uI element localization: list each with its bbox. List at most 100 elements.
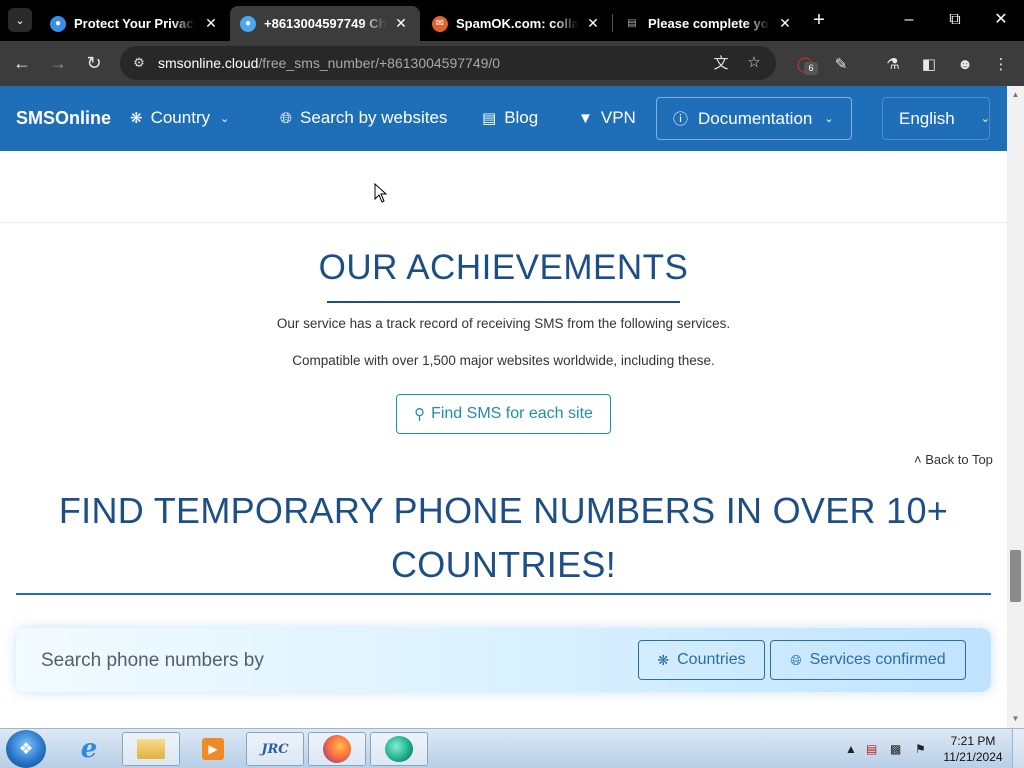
- achievements-text-1: Our service has a track record of receiv…: [276, 316, 731, 331]
- find-numbers-title-line-2: COUNTRIES!: [390, 544, 616, 585]
- internet-explorer-taskbar-icon[interactable]: e: [60, 732, 118, 766]
- mouse-cursor-icon: [374, 183, 388, 203]
- tab-title: +8613004597749 Chi: [264, 16, 386, 31]
- file-explorer-taskbar-icon[interactable]: [122, 732, 180, 766]
- vpn-client-taskbar-icon[interactable]: [370, 732, 428, 766]
- vpn-shield-icon: ▼: [578, 109, 593, 127]
- nav-search-websites[interactable]: 🌐︎ Search by websites: [280, 108, 447, 128]
- tab-search-button[interactable]: ⌄: [8, 8, 32, 32]
- extensions-puzzle-icon[interactable]: ✎: [830, 54, 852, 76]
- find-numbers-underline: [16, 593, 991, 595]
- bookmark-star-icon[interactable]: ☆: [743, 52, 765, 74]
- windows-taskbar: ❖ e ▶ JRC ▲ ▤ ▩ ⚑ 7:21 PM 11/21/2024: [0, 728, 1024, 768]
- search-by-label: Search phone numbers by: [41, 650, 264, 671]
- document-favicon-icon: ▤: [627, 18, 637, 29]
- find-sms-button[interactable]: ⚲ Find SMS for each site: [396, 394, 611, 434]
- nav-documentation-label: Documentation: [698, 108, 813, 128]
- network-status-icon[interactable]: ▤: [866, 729, 877, 768]
- achievements-title: OUR ACHIEVEMENTS: [318, 248, 689, 287]
- firefox-taskbar-icon[interactable]: [308, 732, 366, 766]
- show-desktop-button[interactable]: [1012, 729, 1024, 768]
- jrc-taskbar-icon[interactable]: JRC: [246, 732, 304, 766]
- compass-icon: ❋: [657, 651, 670, 668]
- sms-favicon-icon: ●: [240, 15, 256, 32]
- close-icon[interactable]: ✕: [202, 15, 220, 32]
- windows-start-button[interactable]: ❖: [6, 730, 46, 768]
- address-bar[interactable]: ⚙ smsonline.cloud/free_sms_number/+86130…: [120, 46, 776, 80]
- browser-tab-strip: ⌄ ● Protect Your Privacy: F ✕ ● +8613004…: [0, 0, 1024, 41]
- search-by-panel: Search phone numbers by ❋ Countries 🌐︎ S…: [16, 628, 991, 692]
- media-player-taskbar-icon[interactable]: ▶: [184, 732, 242, 766]
- scroll-up-arrow-icon[interactable]: ▲: [1007, 88, 1024, 102]
- nav-country-dropdown[interactable]: ❋ Country ⌄: [130, 108, 229, 128]
- tab-phone-number[interactable]: ● +8613004597749 Chi ✕: [230, 6, 420, 41]
- extension-badge: 6: [804, 62, 818, 75]
- show-hidden-icons-button[interactable]: ▲: [845, 729, 857, 768]
- scrollbar-thumb[interactable]: [1010, 550, 1021, 602]
- section-divider: [0, 222, 1007, 223]
- action-center-flag-icon[interactable]: ⚑: [915, 729, 926, 768]
- restore-button[interactable]: ⧉: [932, 6, 978, 34]
- tab-please-complete[interactable]: ▤ Please complete your ✕: [614, 6, 804, 41]
- menu-kebab-icon[interactable]: ⋮: [990, 54, 1012, 76]
- back-button[interactable]: ←: [8, 49, 36, 77]
- newspaper-icon: ▤: [482, 110, 497, 127]
- nav-vpn[interactable]: ▼ VPN: [578, 108, 636, 128]
- scroll-down-arrow-icon[interactable]: ▼: [1007, 712, 1024, 726]
- clock-time: 7:21 PM: [950, 734, 996, 748]
- chevron-down-icon: ⌄: [824, 113, 834, 125]
- minimize-button[interactable]: –: [886, 6, 932, 34]
- reload-button[interactable]: ↻: [80, 49, 108, 77]
- site-info-icon[interactable]: ⚙: [128, 52, 150, 74]
- profile-avatar-icon[interactable]: ☻: [954, 54, 976, 76]
- find-sms-label: Find SMS for each site: [431, 405, 593, 422]
- tab-spamok[interactable]: ✉ SpamOK.com: collabo ✕: [422, 6, 612, 41]
- chevron-down-icon: ⌄: [980, 113, 990, 125]
- nav-country-label: Country: [150, 108, 211, 127]
- side-panel-icon[interactable]: ◧: [918, 54, 940, 76]
- display-icon[interactable]: ▩: [890, 729, 901, 768]
- tab-separator: [612, 14, 613, 32]
- nav-documentation-dropdown[interactable]: ⓘ Documentation ⌄: [656, 97, 852, 140]
- achievements-text-2: Compatible with over 1,500 major website…: [292, 353, 715, 368]
- tab-protect-privacy[interactable]: ● Protect Your Privacy: F ✕: [40, 6, 230, 41]
- url-host: smsonline.cloud: [158, 55, 259, 71]
- site-brand-logo[interactable]: SMSOnline: [16, 108, 111, 129]
- browser-toolbar: ← → ↻ ⚙ smsonline.cloud/free_sms_number/…: [0, 41, 1024, 86]
- url-text[interactable]: smsonline.cloud/free_sms_number/+8613004…: [158, 55, 500, 71]
- chat-favicon-icon: ●: [50, 15, 66, 32]
- tab-title: Please complete your: [648, 16, 770, 31]
- nav-blog-label: Blog: [504, 108, 539, 127]
- tab-title: SpamOK.com: collabo: [456, 16, 578, 31]
- back-to-top-link[interactable]: ˄ Back to Top: [914, 452, 993, 467]
- find-numbers-title-line-1: FIND TEMPORARY PHONE NUMBERS IN OVER 10+: [58, 490, 949, 531]
- new-tab-button[interactable]: +: [808, 10, 830, 32]
- back-to-top-label: Back to Top: [925, 452, 993, 467]
- system-clock[interactable]: 7:21 PM 11/21/2024: [940, 733, 1006, 765]
- services-confirmed-button[interactable]: 🌐︎ Services confirmed: [770, 640, 966, 680]
- info-circle-icon: ⓘ: [673, 111, 689, 128]
- close-icon[interactable]: ✕: [776, 15, 794, 32]
- services-confirmed-label: Services confirmed: [809, 651, 946, 668]
- nav-blog[interactable]: ▤ Blog: [482, 108, 538, 128]
- labs-flask-icon[interactable]: ⚗: [882, 54, 904, 76]
- page-scrollbar[interactable]: ▲ ▼: [1007, 86, 1024, 728]
- close-window-button[interactable]: ✕: [978, 6, 1024, 34]
- countries-button[interactable]: ❋ Countries: [638, 640, 765, 680]
- jrc-label: JRC: [261, 741, 289, 757]
- nav-vpn-label: VPN: [600, 108, 636, 127]
- compass-icon: ❋: [130, 110, 143, 127]
- forward-button[interactable]: →: [44, 49, 72, 77]
- globe-icon: 🌐︎: [280, 109, 293, 127]
- language-label: English: [899, 108, 955, 128]
- close-icon[interactable]: ✕: [584, 15, 602, 32]
- language-select[interactable]: English ⌄: [882, 97, 990, 140]
- translate-icon[interactable]: 文: [710, 53, 732, 75]
- tab-title: Protect Your Privacy: F: [74, 16, 196, 31]
- clock-date: 11/21/2024: [943, 750, 1003, 764]
- url-path: /free_sms_number/+8613004597749/0: [258, 55, 501, 71]
- close-icon[interactable]: ✕: [392, 15, 410, 32]
- spamok-favicon-icon: ✉: [432, 15, 448, 32]
- search-icon: ⚲: [414, 406, 426, 423]
- countries-button-label: Countries: [677, 651, 746, 668]
